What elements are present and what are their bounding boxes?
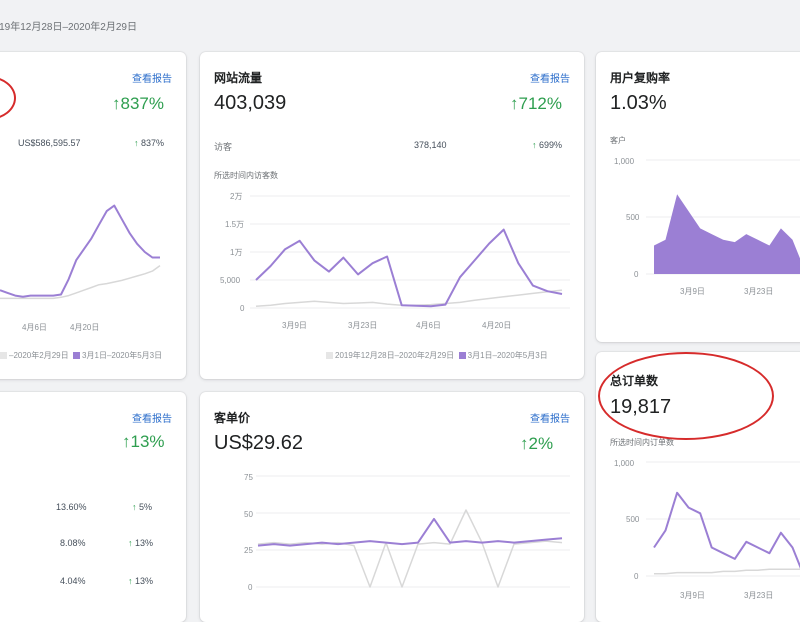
traffic-card: 网站流量 查看报告 403,039 ↑712% 访客 378,140 ↑ 699… bbox=[200, 52, 584, 379]
traffic-value: 403,039 bbox=[214, 92, 286, 115]
traffic-chart-label: 所选时间内访客数 bbox=[214, 170, 278, 181]
traffic-y-tick: 5,000 bbox=[220, 276, 241, 285]
aov-y-tick: 0 bbox=[248, 583, 253, 592]
aov-previous-line bbox=[258, 510, 562, 587]
repeat-rate-title: 用户复购率 bbox=[610, 69, 670, 86]
up-arrow-icon: ↑ bbox=[128, 576, 133, 586]
aov-y-tick: 50 bbox=[244, 510, 253, 519]
conversion-row-change: ↑ 13% bbox=[128, 576, 153, 586]
traffic-view-report-link[interactable]: 查看报告 bbox=[530, 70, 570, 85]
legend-current-swatch bbox=[459, 352, 466, 359]
orders-x-tick: 3月23日 bbox=[744, 591, 773, 600]
sales-chart: 4月6日 4月20日 bbox=[0, 172, 180, 379]
aov-change-percent: ↑2% bbox=[520, 434, 553, 454]
conversion-row-change: ↑ 13% bbox=[128, 538, 153, 548]
traffic-x-tick: 4月6日 bbox=[416, 321, 441, 330]
orders-title: 总订单数 bbox=[610, 372, 658, 389]
traffic-x-tick: 4月20日 bbox=[482, 321, 511, 330]
traffic-change-percent: ↑712% bbox=[510, 94, 562, 114]
repeat-rate-value: 1.03% bbox=[610, 92, 667, 115]
orders-card: 总订单数 19,817 所选时间内订单数 1,000 500 0 3月9日 3月… bbox=[596, 352, 800, 622]
orders-chart: 1,000 500 0 3月9日 3月23日 bbox=[596, 452, 800, 612]
conversion-row-value: 4.04% bbox=[60, 576, 86, 586]
traffic-legend: 2019年12月28日–2020年2月29日 3月1日–2020年5月3日 bbox=[326, 350, 548, 361]
up-arrow-icon: ↑ bbox=[128, 538, 133, 548]
traffic-y-tick: 1万 bbox=[230, 248, 242, 257]
repeat-rate-card: 用户复购率 1.03% 客户 1,000 500 0 3月9日 3月23日 bbox=[596, 52, 800, 342]
up-arrow-icon: ↑ bbox=[134, 138, 139, 148]
orders-y-tick: 1,000 bbox=[614, 459, 635, 468]
aov-current-line bbox=[258, 519, 562, 546]
traffic-y-tick: 2万 bbox=[230, 192, 242, 201]
traffic-x-tick: 3月23日 bbox=[348, 321, 377, 330]
traffic-previous-line bbox=[256, 290, 562, 306]
traffic-y-tick: 0 bbox=[240, 304, 245, 313]
traffic-row-value: 378,140 bbox=[414, 140, 447, 150]
orders-previous-line bbox=[654, 569, 800, 574]
up-arrow-icon: ↑ bbox=[132, 502, 137, 512]
traffic-y-tick: 1.5万 bbox=[225, 220, 244, 229]
legend-previous-swatch bbox=[326, 352, 333, 359]
traffic-chart: 2万 1.5万 1万 5,000 0 3月9日 3月23日 4月6日 4月20日 bbox=[200, 186, 584, 336]
sales-legend: –2020年2月29日 3月1日–2020年5月3日 bbox=[0, 350, 162, 361]
aov-chart: 75 50 25 0 bbox=[200, 468, 584, 608]
repeat-x-tick: 3月23日 bbox=[744, 287, 773, 296]
orders-chart-label: 所选时间内订单数 bbox=[610, 437, 674, 448]
repeat-rate-chart-label: 客户 bbox=[610, 135, 626, 146]
legend-current-label: 3月1日–2020年5月3日 bbox=[82, 351, 162, 360]
aov-value: US$29.62 bbox=[214, 432, 303, 455]
sales-previous-line bbox=[0, 266, 160, 299]
repeat-y-tick: 0 bbox=[634, 270, 639, 279]
repeat-series-area bbox=[654, 194, 800, 274]
repeat-rate-chart: 1,000 500 0 3月9日 3月23日 bbox=[596, 150, 800, 300]
aov-title: 客单价 bbox=[214, 409, 250, 426]
conversion-change-percent: ↑13% bbox=[122, 432, 165, 452]
conversion-card: 查看报告 ↑13% 13.60% ↑ 5% 8.08% ↑ 13% 4.04% … bbox=[0, 392, 186, 622]
aov-view-report-link[interactable]: 查看报告 bbox=[530, 410, 570, 425]
orders-y-tick: 0 bbox=[634, 572, 639, 581]
repeat-y-tick: 1,000 bbox=[614, 157, 635, 166]
legend-current-swatch bbox=[73, 352, 80, 359]
date-range-label: 2019年12月28日–2020年2月29日 bbox=[0, 18, 137, 33]
sales-row-value: US$586,595.57 bbox=[18, 138, 81, 148]
orders-x-tick: 3月9日 bbox=[680, 591, 705, 600]
traffic-row-change: ↑ 699% bbox=[532, 140, 562, 150]
orders-value: 19,817 bbox=[610, 396, 671, 419]
sales-row-change: ↑ 837% bbox=[134, 138, 164, 148]
traffic-title: 网站流量 bbox=[214, 69, 262, 86]
traffic-row-label: 访客 bbox=[214, 140, 232, 153]
conversion-row-value: 13.60% bbox=[56, 502, 87, 512]
legend-current-label: 3月1日–2020年5月3日 bbox=[468, 351, 548, 360]
aov-y-tick: 25 bbox=[244, 546, 253, 555]
repeat-y-tick: 500 bbox=[626, 213, 640, 222]
sales-x-tick: 4月20日 bbox=[70, 323, 99, 332]
legend-previous-label: –2020年2月29日 bbox=[9, 351, 69, 360]
conversion-row-change: ↑ 5% bbox=[132, 502, 152, 512]
legend-previous-label: 2019年12月28日–2020年2月29日 bbox=[335, 351, 454, 360]
sales-card: 查看报告 ↑837% US$586,595.57 ↑ 837% 4月6日 4月2… bbox=[0, 52, 186, 379]
up-arrow-icon: ↑ bbox=[532, 140, 537, 150]
conversion-row-value: 8.08% bbox=[60, 538, 86, 548]
sales-current-line bbox=[0, 206, 160, 297]
aov-card: 客单价 查看报告 US$29.62 ↑2% 75 50 25 0 bbox=[200, 392, 584, 622]
aov-y-tick: 75 bbox=[244, 473, 253, 482]
repeat-x-tick: 3月9日 bbox=[680, 287, 705, 296]
orders-y-tick: 500 bbox=[626, 515, 640, 524]
sales-x-tick: 4月6日 bbox=[22, 323, 47, 332]
legend-previous-swatch bbox=[0, 352, 7, 359]
orders-current-line bbox=[654, 493, 800, 576]
sales-change-percent: ↑837% bbox=[112, 94, 164, 114]
traffic-x-tick: 3月9日 bbox=[282, 321, 307, 330]
sales-view-report-link[interactable]: 查看报告 bbox=[132, 70, 172, 85]
conversion-view-report-link[interactable]: 查看报告 bbox=[132, 410, 172, 425]
